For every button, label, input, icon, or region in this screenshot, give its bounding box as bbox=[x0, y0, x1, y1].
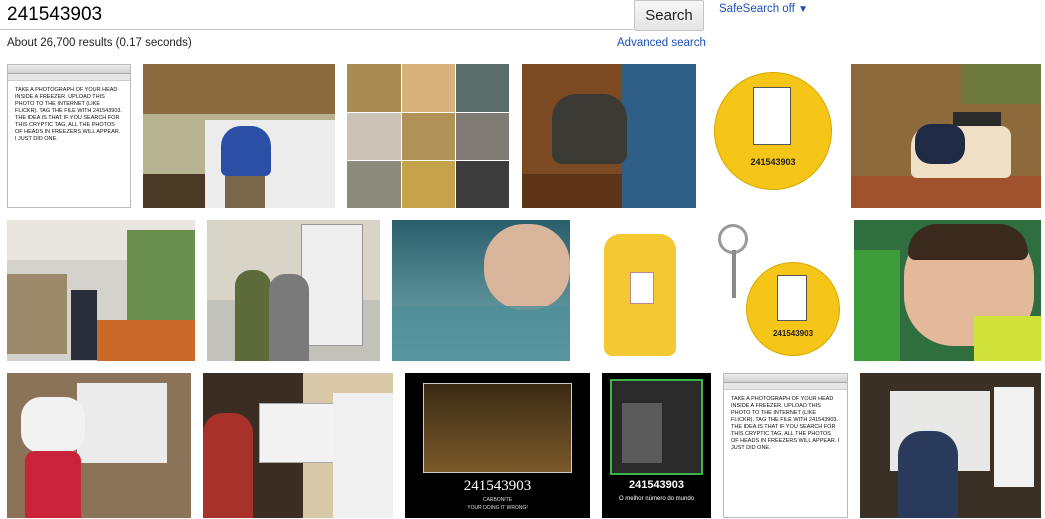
image-result-supermarket[interactable] bbox=[7, 220, 195, 361]
image-result-blue-cabinet[interactable] bbox=[522, 64, 696, 208]
fridge-drawing bbox=[753, 87, 791, 145]
collage-cell bbox=[347, 161, 401, 208]
person bbox=[71, 290, 97, 360]
fridge bbox=[301, 224, 363, 346]
window-toolbar bbox=[8, 74, 130, 81]
image-result-melhor-numero[interactable]: 241543903 O melhor número do mundo bbox=[602, 373, 711, 518]
freezer-door bbox=[259, 403, 341, 463]
cabinets bbox=[143, 64, 335, 114]
poster-subtitle: CARBONITE bbox=[482, 497, 513, 503]
search-input[interactable] bbox=[0, 0, 633, 30]
person-right bbox=[269, 274, 309, 361]
jeans bbox=[25, 451, 81, 518]
image-result-open-fridge[interactable] bbox=[860, 373, 1041, 518]
image-result-boy-freezer[interactable] bbox=[854, 220, 1041, 361]
image-result-kitchen-freezer[interactable] bbox=[143, 64, 335, 208]
fridge-light bbox=[622, 403, 662, 463]
collage-cell bbox=[456, 113, 509, 160]
image-result-man-freezer-door[interactable] bbox=[203, 373, 393, 518]
keychain-badge: 241543903 bbox=[746, 262, 840, 356]
person-legs bbox=[225, 176, 265, 208]
note-text: TAKE A PHOTOGRAPH OF YOUR HEAD INSIDE A … bbox=[15, 87, 122, 142]
poster-tagline: YOUR DOING IT WRONG! bbox=[467, 505, 528, 511]
person bbox=[221, 126, 271, 176]
water bbox=[392, 306, 570, 361]
person bbox=[552, 94, 627, 164]
chain bbox=[732, 250, 736, 298]
face bbox=[484, 224, 570, 310]
image-result-apron[interactable] bbox=[582, 220, 700, 361]
image-result-couple-fridge[interactable] bbox=[207, 220, 380, 361]
image-result-note-window-2[interactable]: TAKE A PHOTOGRAPH OF YOUR HEAD INSIDE A … bbox=[723, 373, 848, 518]
cabinet bbox=[622, 64, 696, 208]
image-result-face-underwater[interactable] bbox=[392, 220, 570, 361]
keychain-number: 241543903 bbox=[772, 329, 814, 338]
bag bbox=[974, 316, 1041, 361]
shirt bbox=[21, 397, 85, 453]
fridge bbox=[333, 393, 393, 518]
safesearch-label: SafeSearch off bbox=[719, 3, 795, 15]
poster-image bbox=[423, 383, 572, 473]
person bbox=[898, 431, 958, 518]
collage-cell bbox=[456, 161, 509, 208]
hair bbox=[908, 224, 1028, 260]
poster-number: 241543903 bbox=[463, 478, 532, 494]
button-badge: 241543903 bbox=[714, 72, 832, 190]
note-text: TAKE A PHOTOGRAPH OF YOUR HEAD INSIDE A … bbox=[731, 396, 840, 451]
fridge-door bbox=[994, 387, 1034, 487]
collage-cell bbox=[456, 64, 509, 112]
window-titlebar bbox=[8, 65, 130, 74]
poster2-number: 241543903 bbox=[628, 479, 685, 491]
collage-cell bbox=[402, 64, 455, 112]
fridge bbox=[77, 383, 167, 463]
freezer-case bbox=[97, 320, 195, 361]
person-shirt bbox=[915, 124, 965, 164]
fridge-drawing bbox=[777, 275, 807, 321]
chevron-down-icon: ▼ bbox=[798, 4, 808, 15]
image-result-collage[interactable] bbox=[347, 64, 509, 208]
apron-print bbox=[630, 272, 654, 304]
window-toolbar bbox=[724, 383, 847, 390]
image-result-note-window[interactable]: TAKE A PHOTOGRAPH OF YOUR HEAD INSIDE A … bbox=[7, 64, 131, 208]
collage-cell bbox=[402, 113, 455, 160]
window-titlebar bbox=[724, 374, 847, 383]
person-left bbox=[235, 270, 271, 361]
cereal-box bbox=[854, 250, 900, 361]
advanced-search-link[interactable]: Advanced search bbox=[617, 37, 706, 49]
poster2-caption: O melhor número do mundo bbox=[618, 496, 695, 502]
window bbox=[961, 64, 1041, 104]
safesearch-toggle[interactable]: SafeSearch off ▼ bbox=[719, 3, 808, 15]
floor bbox=[522, 174, 622, 208]
cooler bbox=[7, 274, 67, 354]
collage-cell bbox=[402, 161, 455, 208]
button-number: 241543903 bbox=[750, 157, 796, 167]
image-result-red-jeans[interactable] bbox=[7, 373, 191, 518]
image-result-yellow-button[interactable]: 241543903 bbox=[708, 64, 836, 208]
search-button[interactable]: Search bbox=[634, 0, 704, 31]
results-stats: About 26,700 results (0.17 seconds) bbox=[7, 37, 192, 49]
person bbox=[203, 413, 253, 518]
collage-cell bbox=[347, 113, 401, 160]
image-result-carbonite-poster[interactable]: 241543903 CARBONITE YOUR DOING IT WRONG! bbox=[405, 373, 590, 518]
collage-cell bbox=[347, 64, 401, 112]
image-result-kitchen-crawl[interactable] bbox=[851, 64, 1041, 208]
floor bbox=[851, 176, 1041, 208]
image-result-keychain[interactable]: 241543903 bbox=[712, 220, 842, 361]
